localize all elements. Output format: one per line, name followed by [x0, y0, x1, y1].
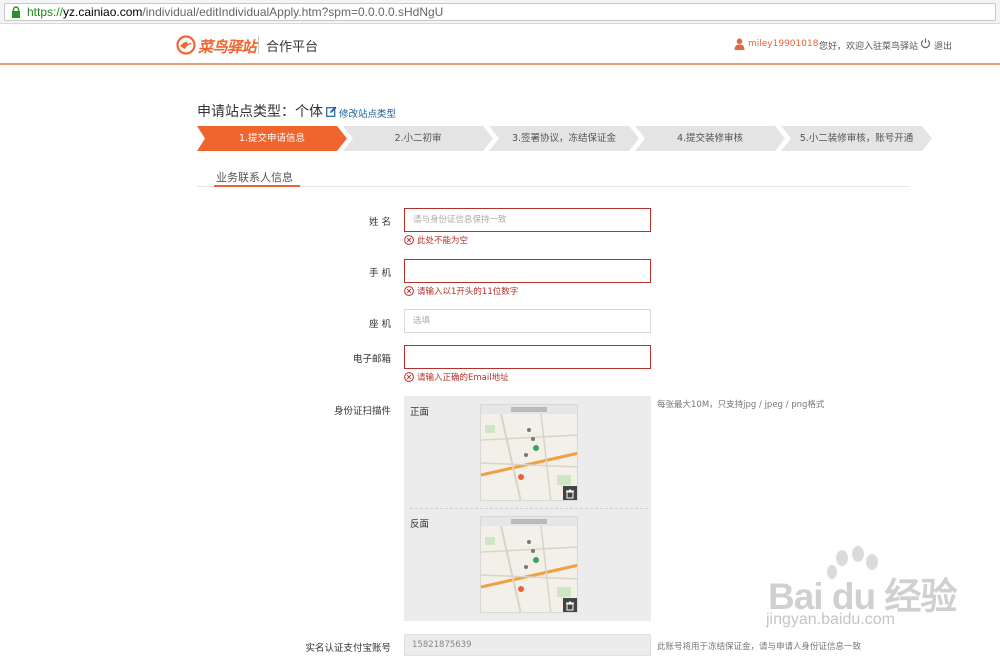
email-error-text: 请输入正确的Email地址 [417, 373, 509, 383]
idcard-hint: 每张最大10M，只支持jpg / jpeg / png格式 [657, 400, 825, 410]
back-label: 反面 [410, 519, 430, 530]
email-label: 电子邮箱 [352, 354, 391, 365]
landline-label: 座 机 [368, 319, 391, 330]
trash-icon [566, 601, 574, 611]
welcome-text: 您好，欢迎入驻菜鸟驿站 [819, 42, 919, 52]
name-error-text: 此处不能为空 [417, 236, 469, 246]
front-image-thumbnail[interactable] [480, 404, 578, 501]
url-field[interactable]: https://yz.cainiao.com/individual/editIn… [4, 3, 996, 21]
phone-error-text: 请输入以1开头的11位数字 [417, 287, 519, 297]
watermark-url: jingyan.baidu.com [766, 611, 895, 628]
user-icon [734, 38, 745, 50]
step-5-label: 5.小二装修审核，账号开通 [799, 133, 914, 144]
step-3: 3.签署协议，冻结保证金 [489, 126, 639, 151]
section-title: 业务联系人信息 [216, 171, 293, 184]
browser-address-bar: https://yz.cainiao.com/individual/editIn… [0, 0, 1000, 24]
phone-error: 请输入以1开头的11位数字 [404, 285, 518, 297]
step-1: 1.提交申请信息 [197, 126, 347, 151]
email-error: 请输入正确的Email地址 [404, 371, 509, 383]
edit-site-type-link[interactable]: 修改站点类型 [339, 106, 396, 120]
cainiao-logo[interactable]: 菜鸟驿站 [176, 33, 257, 57]
trash-icon [566, 489, 574, 499]
edit-icon[interactable] [326, 106, 337, 117]
header-divider [258, 36, 259, 54]
delete-front-button[interactable] [563, 486, 577, 500]
section-divider [197, 186, 910, 187]
front-label: 正面 [410, 407, 430, 418]
page-title: 申请站点类型：个体 [197, 104, 323, 120]
landline-input[interactable]: 选填 [404, 309, 651, 333]
name-input[interactable]: 请与身份证信息保持一致 [404, 208, 651, 232]
upload-divider [410, 508, 648, 509]
phone-input[interactable] [404, 259, 651, 283]
name-label: 姓 名 [368, 217, 391, 228]
email-input[interactable] [404, 345, 651, 369]
lock-icon [12, 6, 20, 18]
step-2: 2.小二初审 [343, 126, 493, 151]
name-error: 此处不能为空 [404, 234, 468, 246]
progress-steps: 1.提交申请信息 2.小二初审 3.签署协议，冻结保证金 4.提交装修审核 5.… [197, 126, 932, 151]
bird-logo-icon [176, 35, 196, 55]
step-2-label: 2.小二初审 [394, 133, 442, 144]
username-link[interactable]: miley19901018 [748, 39, 818, 49]
error-icon [404, 235, 414, 245]
platform-title: 合作平台 [266, 40, 319, 55]
back-image-thumbnail[interactable] [480, 516, 578, 613]
step-4-label: 4.提交装修审核 [676, 133, 744, 144]
site-header: 菜鸟驿站 合作平台 miley19901018 您好，欢迎入驻菜鸟驿站 退出 [0, 25, 1000, 65]
idcard-label: 身份证扫描件 [333, 406, 391, 417]
power-icon[interactable] [920, 38, 931, 49]
url-text: https://yz.cainiao.com/individual/editIn… [27, 5, 444, 19]
error-icon [404, 372, 414, 382]
error-icon [404, 286, 414, 296]
delete-back-button[interactable] [563, 598, 577, 612]
logout-link[interactable]: 退出 [934, 39, 952, 52]
phone-label: 手 机 [368, 268, 391, 279]
section-underline [214, 185, 300, 187]
logo-text: 菜鸟驿站 [198, 38, 257, 56]
step-4: 4.提交装修审核 [635, 126, 785, 151]
step-5: 5.小二装修审核，账号开通 [781, 126, 932, 151]
alipay-label: 实名认证支付宝账号 [305, 643, 391, 654]
step-1-label: 1.提交申请信息 [238, 133, 306, 144]
step-3-label: 3.签署协议，冻结保证金 [511, 133, 617, 144]
alipay-account-field: 15821875639 [404, 634, 651, 656]
